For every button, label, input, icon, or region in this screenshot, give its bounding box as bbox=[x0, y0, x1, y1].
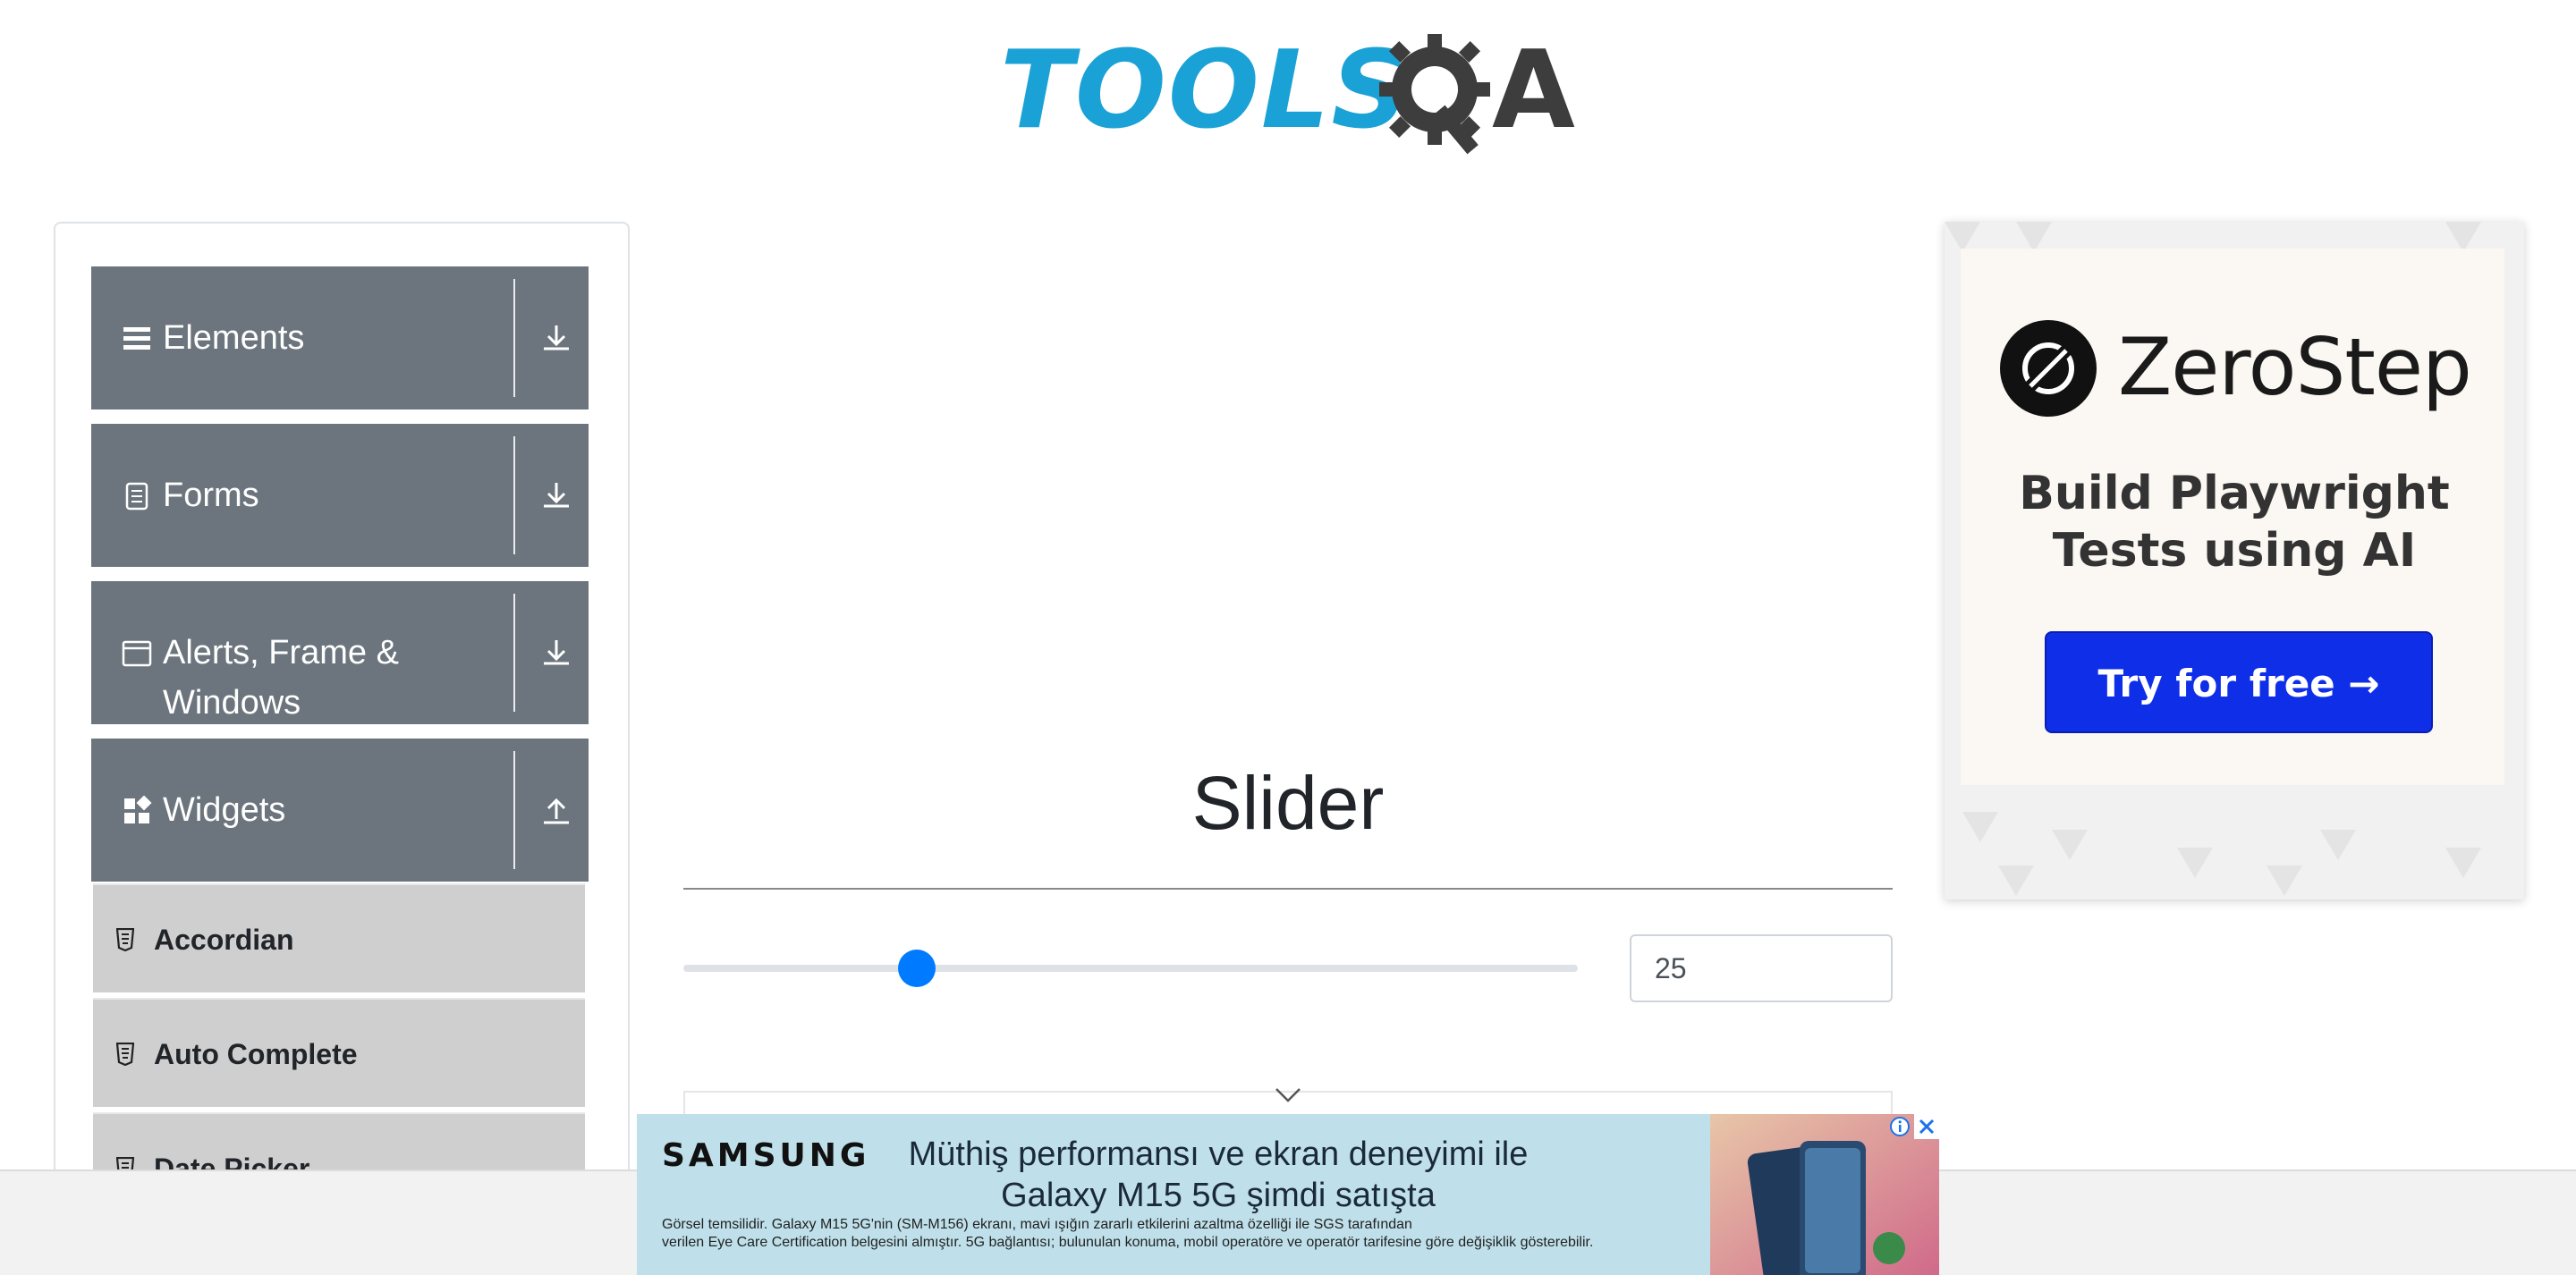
document-icon bbox=[125, 482, 148, 511]
window-icon bbox=[122, 640, 152, 667]
slider-thumb[interactable] bbox=[897, 950, 936, 987]
zerostep-logo-icon bbox=[2000, 320, 2097, 417]
chevron-down-icon[interactable] bbox=[1274, 1084, 1302, 1107]
logo-a: A bbox=[1492, 29, 1575, 153]
html5-icon bbox=[116, 928, 134, 951]
ad-headline-line1: Müthiş performansı ve ekran deneyimi ile bbox=[908, 1136, 1529, 1173]
hamburger-icon bbox=[123, 327, 150, 350]
gear-magnifier-icon bbox=[1379, 34, 1490, 155]
sidebar-group-label-line2: Windows bbox=[163, 684, 301, 722]
sidebar-group-label: Widgets bbox=[163, 791, 286, 829]
sidebar-group-widgets[interactable]: Widgets bbox=[91, 739, 589, 882]
ad-zerostep[interactable]: ZeroStep Build Playwright Tests using AI… bbox=[1945, 222, 2524, 899]
sidebar-group-alerts[interactable]: Alerts, Frame & Windows bbox=[91, 581, 589, 724]
divider bbox=[513, 436, 515, 554]
ad-samsung[interactable]: SAMSUNG Müthiş performansı ve ekran dene… bbox=[637, 1114, 1939, 1275]
ad-tagline-line1: Build Playwright bbox=[2019, 467, 2450, 520]
sidebar-group-label: Forms bbox=[163, 477, 259, 514]
ad-fine-print-line1: Görsel temsilidir. Galaxy M15 5G'nin (SM… bbox=[662, 1217, 1412, 1232]
ad-brand-name: ZeroStep bbox=[2118, 321, 2472, 413]
download-arrow-icon[interactable] bbox=[538, 635, 574, 671]
slider-value-field: 25 bbox=[1630, 934, 1893, 1002]
title-divider bbox=[683, 888, 1893, 890]
sidebar-group-label: Elements bbox=[163, 319, 305, 357]
sidebar-group-label: Alerts, Frame & bbox=[163, 634, 399, 671]
samsung-logo: SAMSUNG bbox=[662, 1137, 870, 1174]
divider bbox=[513, 279, 515, 397]
ad-fine-print: Görsel temsilidir. Galaxy M15 5G'nin (SM… bbox=[662, 1216, 1646, 1252]
ad-headline: Müthiş performansı ve ekran deneyimi ile… bbox=[869, 1134, 1567, 1216]
toolsqa-logo[interactable]: TOOLS A bbox=[1000, 27, 1581, 170]
ad-info-icon[interactable] bbox=[1889, 1116, 1911, 1137]
widgets-icon bbox=[124, 796, 152, 823]
upload-arrow-icon[interactable] bbox=[538, 792, 574, 828]
logo-text: TOOLS bbox=[1000, 29, 1411, 153]
try-for-free-button[interactable]: Try for free → bbox=[2045, 631, 2433, 733]
ad-tagline: Build Playwright Tests using AI bbox=[1945, 465, 2524, 579]
phone-product-image bbox=[1710, 1114, 1939, 1275]
download-arrow-icon[interactable] bbox=[538, 477, 574, 513]
html5-icon bbox=[116, 1043, 134, 1066]
page-title: Slider bbox=[1191, 761, 1385, 845]
close-icon[interactable] bbox=[1914, 1114, 1939, 1139]
sidebar-item-label: Auto Complete bbox=[154, 1038, 358, 1070]
sidebar-group-elements[interactable]: Elements bbox=[91, 266, 589, 410]
slider-track[interactable] bbox=[683, 965, 1578, 972]
divider bbox=[513, 751, 515, 869]
ad-headline-line2: Galaxy M15 5G şimdi satışta bbox=[1001, 1177, 1436, 1214]
ad-tagline-line2: Tests using AI bbox=[2052, 524, 2417, 578]
sidebar-group-forms[interactable]: Forms bbox=[91, 424, 589, 567]
sidebar-item-label: Accordian bbox=[154, 924, 294, 956]
page: TOOLS A Elements Forms Alerts, Frame & W… bbox=[0, 0, 2576, 1275]
download-arrow-icon[interactable] bbox=[538, 320, 574, 356]
sidebar: Elements Forms Alerts, Frame & Windows W… bbox=[54, 222, 630, 1275]
sidebar-item-accordian[interactable]: Accordian bbox=[93, 883, 585, 992]
ad-fine-print-line2: verilen Eye Care Certification belgesini… bbox=[662, 1235, 1594, 1250]
divider bbox=[513, 594, 515, 712]
sidebar-item-auto-complete[interactable]: Auto Complete bbox=[93, 998, 585, 1107]
